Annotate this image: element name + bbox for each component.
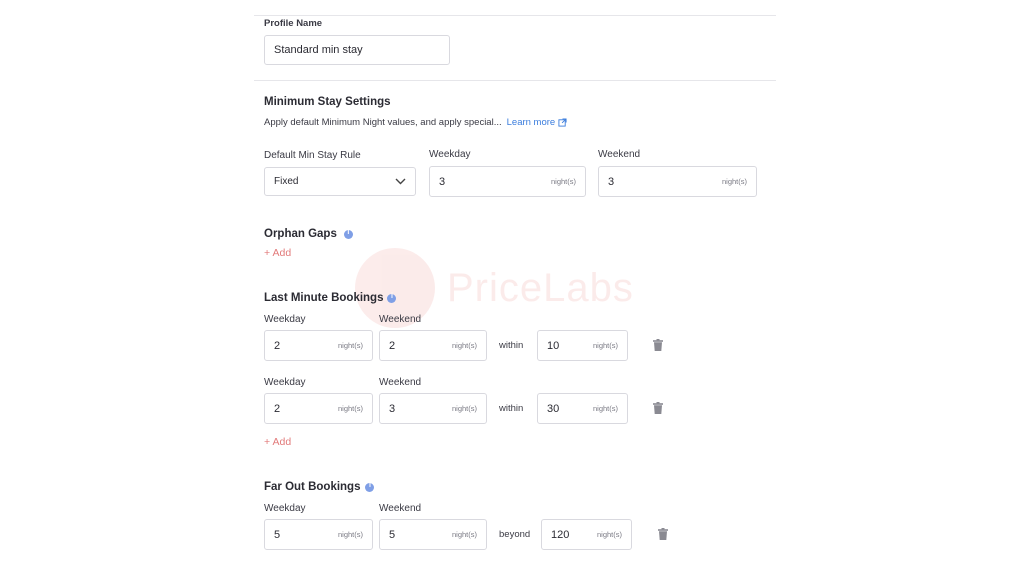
weekday-label: Weekday xyxy=(264,503,306,514)
within-label: within xyxy=(499,403,524,414)
trash-icon[interactable] xyxy=(658,528,668,540)
default-weekday-value: 3 xyxy=(439,175,446,188)
beyond-label: beyond xyxy=(499,529,531,540)
profile-name-input[interactable]: Standard min stay xyxy=(264,35,450,65)
far-out-weekday-input[interactable]: 5 night(s) xyxy=(264,519,373,550)
unit-label: night(s) xyxy=(596,530,622,539)
last-minute-days-value: 30 xyxy=(547,402,560,415)
unit-label: night(s) xyxy=(337,530,363,539)
profile-name-value: Standard min stay xyxy=(274,44,363,56)
last-minute-days-input[interactable]: 10 night(s) xyxy=(537,330,628,361)
learn-more-link[interactable]: Learn more xyxy=(507,117,556,128)
far-out-days-value: 120 xyxy=(551,528,570,541)
far-out-weekend-value: 5 xyxy=(389,528,396,541)
last-minute-title: Last Minute Bookings xyxy=(264,292,384,304)
far-out-days-input[interactable]: 120 night(s) xyxy=(541,519,632,550)
min-stay-title: Minimum Stay Settings xyxy=(264,96,391,108)
last-minute-heading: Last Minute Bookings xyxy=(264,292,397,304)
last-minute-weekend-input[interactable]: 3 night(s) xyxy=(379,393,487,424)
weekend-label: Weekend xyxy=(379,503,422,514)
far-out-title: Far Out Bookings xyxy=(264,481,361,493)
min-stay-description-line: Apply default Minimum Night values, and … xyxy=(264,117,567,128)
last-minute-weekday-input[interactable]: 2 night(s) xyxy=(264,393,373,424)
profile-name-label: Profile Name xyxy=(264,18,323,29)
far-out-weekend-input[interactable]: 5 night(s) xyxy=(379,519,487,550)
unit-label: night(s) xyxy=(721,177,747,186)
unit-label: night(s) xyxy=(592,341,618,350)
within-label: within xyxy=(499,340,524,351)
trash-icon[interactable] xyxy=(653,339,663,351)
weekend-label: Weekend xyxy=(379,314,422,325)
orphan-gaps-title: Orphan Gaps xyxy=(264,228,337,240)
weekday-label: Weekday xyxy=(264,314,306,325)
last-minute-weekday-value: 2 xyxy=(274,339,281,352)
default-weekday-input[interactable]: 3 night(s) xyxy=(429,166,586,197)
unit-label: night(s) xyxy=(451,530,477,539)
info-icon[interactable] xyxy=(365,482,375,492)
unit-label: night(s) xyxy=(592,404,618,413)
top-divider xyxy=(254,15,776,16)
chevron-down-icon xyxy=(395,178,406,185)
trash-icon[interactable] xyxy=(653,402,663,414)
last-minute-days-value: 10 xyxy=(547,339,560,352)
last-minute-add-button[interactable]: + Add xyxy=(264,436,291,448)
section-divider xyxy=(254,80,776,81)
last-minute-weekend-value: 2 xyxy=(389,339,396,352)
default-weekend-value: 3 xyxy=(608,175,615,188)
external-link-icon[interactable] xyxy=(558,118,567,127)
last-minute-days-input[interactable]: 30 night(s) xyxy=(537,393,628,424)
last-minute-weekend-input[interactable]: 2 night(s) xyxy=(379,330,487,361)
rule-value: Fixed xyxy=(274,176,299,187)
weekend-label: Weekend xyxy=(598,149,641,160)
weekday-label: Weekday xyxy=(264,377,306,388)
weekend-label: Weekend xyxy=(379,377,422,388)
unit-label: night(s) xyxy=(337,341,363,350)
info-icon[interactable] xyxy=(343,229,353,239)
default-weekend-input[interactable]: 3 night(s) xyxy=(598,166,757,197)
last-minute-weekend-value: 3 xyxy=(389,402,396,415)
far-out-heading: Far Out Bookings xyxy=(264,481,375,493)
rule-label: Default Min Stay Rule xyxy=(264,150,361,161)
orphan-gaps-heading: Orphan Gaps xyxy=(264,228,353,240)
info-icon[interactable] xyxy=(387,293,397,303)
unit-label: night(s) xyxy=(451,341,477,350)
unit-label: night(s) xyxy=(337,404,363,413)
min-stay-rule-select[interactable]: Fixed xyxy=(264,167,416,196)
unit-label: night(s) xyxy=(451,404,477,413)
far-out-weekday-value: 5 xyxy=(274,528,281,541)
last-minute-weekday-input[interactable]: 2 night(s) xyxy=(264,330,373,361)
min-stay-description: Apply default Minimum Night values, and … xyxy=(264,117,502,128)
weekday-label: Weekday xyxy=(429,149,471,160)
watermark-brand: PriceLabs xyxy=(447,265,634,310)
last-minute-weekday-value: 2 xyxy=(274,402,281,415)
orphan-gaps-add-button[interactable]: + Add xyxy=(264,247,291,259)
unit-label: night(s) xyxy=(550,177,576,186)
